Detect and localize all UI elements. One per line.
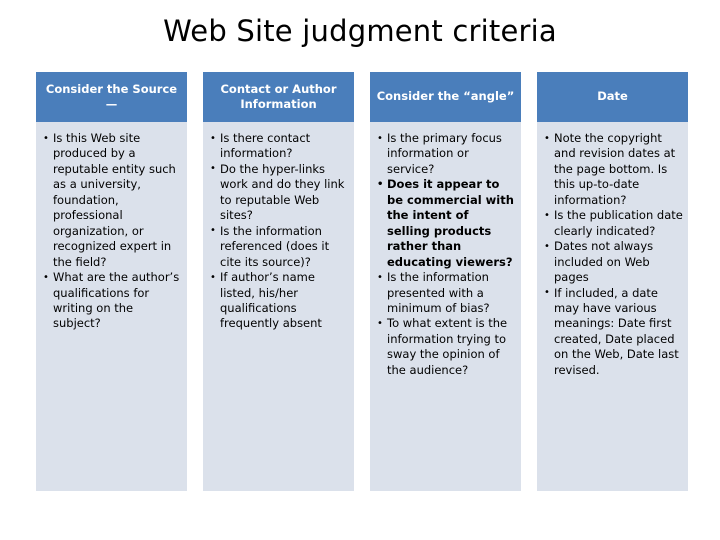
list-item: Dates not always included on Web pages: [543, 239, 684, 285]
criteria-columns: Consider the Source— Is this Web site pr…: [36, 72, 688, 491]
column-body-source: Is this Web site produced by a reputable…: [36, 122, 187, 491]
list-item: What are the author’s qualifications for…: [42, 270, 180, 332]
page-title: Web Site judgment criteria: [163, 14, 557, 48]
bullet-list-angle: Is the primary focus information or serv…: [376, 130, 514, 378]
list-item: Is the publication date clearly indicate…: [543, 208, 684, 239]
bullet-list-contact: Is there contact information? Do the hyp…: [209, 131, 347, 332]
slide: Web Site judgment criteria Consider the …: [0, 0, 720, 540]
column-body-date: Note the copyright and revision dates at…: [537, 122, 688, 491]
list-item: Is there contact information?: [209, 131, 347, 162]
list-item: Does it appear to be commercial with the…: [376, 177, 514, 270]
list-item: If author’s name listed, his/her qualifi…: [209, 270, 347, 332]
list-item: To what extent is the information trying…: [376, 316, 514, 378]
column-header-contact: Contact or Author Information: [203, 72, 354, 122]
column-header-source: Consider the Source—: [36, 72, 187, 122]
list-item: Is the information presented with a mini…: [376, 270, 514, 316]
list-item: Note the copyright and revision dates at…: [543, 130, 684, 208]
column-body-angle: Is the primary focus information or serv…: [370, 122, 521, 491]
column-body-contact: Is there contact information? Do the hyp…: [203, 122, 354, 491]
list-item: Is the primary focus information or serv…: [376, 130, 514, 177]
list-item: Do the hyper-links work and do they link…: [209, 161, 347, 224]
bullet-list-date: Note the copyright and revision dates at…: [543, 130, 684, 379]
column-header-angle: Consider the “angle”: [370, 72, 521, 122]
column-header-date: Date: [537, 72, 688, 122]
bullet-list-source: Is this Web site produced by a reputable…: [42, 130, 180, 332]
list-item: Is the information referenced (does it c…: [209, 223, 347, 270]
criteria-column-source: Consider the Source— Is this Web site pr…: [36, 72, 187, 491]
list-item: Is this Web site produced by a reputable…: [42, 130, 180, 270]
criteria-column-date: Date Note the copyright and revision dat…: [537, 72, 688, 491]
criteria-column-angle: Consider the “angle” Is the primary focu…: [370, 72, 521, 491]
list-item: If included, a date may have various mea…: [543, 285, 684, 379]
criteria-column-contact: Contact or Author Information Is there c…: [203, 72, 354, 491]
